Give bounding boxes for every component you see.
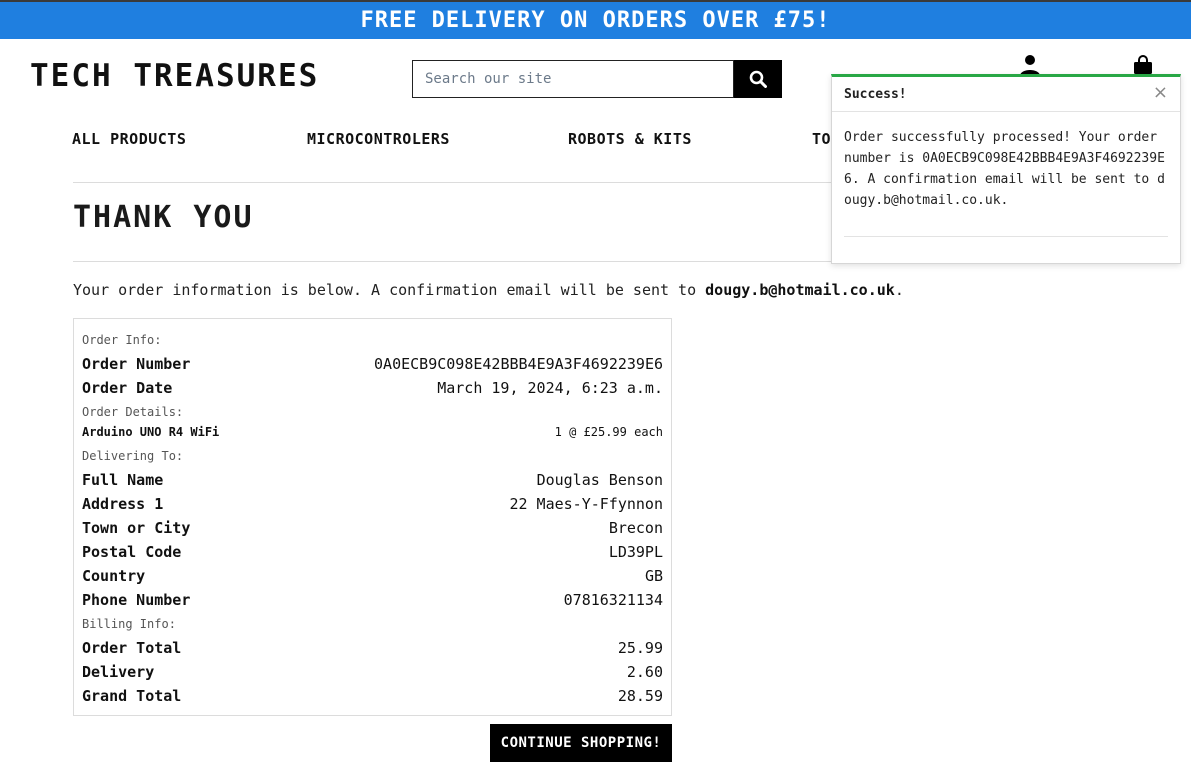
delivery-row: Address 1 22 Maes-Y-Ffynnon <box>82 495 663 513</box>
nav-item-robots-kits[interactable]: ROBOTS & KITS <box>568 130 692 148</box>
row-key: Grand Total <box>82 687 182 705</box>
delivery-row: Town or City Brecon <box>82 519 663 537</box>
divider <box>73 182 833 183</box>
site-logo[interactable]: TECH TREASURES <box>30 58 319 94</box>
order-item-row: Arduino UNO R4 WiFi 1 @ £25.99 each <box>82 425 663 439</box>
delivering-to-label: Delivering To: <box>82 449 184 463</box>
intro-text: Your order information is below. A confi… <box>73 281 904 299</box>
billing-info-label: Billing Info: <box>82 617 176 631</box>
row-value: March 19, 2024, 6:23 a.m. <box>437 379 663 397</box>
row-key: Order Number <box>82 355 191 373</box>
row-value: 28.59 <box>617 687 663 705</box>
divider <box>73 261 833 262</box>
shopping-bag-icon <box>1134 55 1152 74</box>
row-value: 0A0ECB9C098E42BBB4E9A3F4692239E6 <box>374 355 663 373</box>
item-qty-price: 1 @ £25.99 each <box>554 425 663 439</box>
toast-title: Success! <box>844 87 907 102</box>
item-name: Arduino UNO R4 WiFi <box>82 425 220 439</box>
row-key: Order Total <box>82 639 182 657</box>
toast-header: Success! × <box>832 77 1180 112</box>
row-value: Douglas Benson <box>536 471 663 489</box>
billing-row: Grand Total 28.59 <box>82 687 663 705</box>
promo-banner-text: FREE DELIVERY ON ORDERS OVER £75! <box>360 8 831 33</box>
toast-message: Order successfully processed! Your order… <box>844 130 1165 208</box>
order-info-label: Order Info: <box>82 333 162 347</box>
customer-email: dougy.b@hotmail.co.uk <box>705 281 895 299</box>
order-summary-card: Order Info: Order Number 0A0ECB9C098E42B… <box>73 318 672 716</box>
row-key: Full Name <box>82 471 164 489</box>
delivery-row: Country GB <box>82 567 663 585</box>
search-icon <box>749 70 767 88</box>
nav-item-microcontrollers[interactable]: MICROCONTROLERS <box>307 130 450 148</box>
row-value: LD39PL <box>608 543 663 561</box>
order-number-row: Order Number 0A0ECB9C098E42BBB4E9A3F4692… <box>82 355 663 373</box>
row-key: Town or City <box>82 519 191 537</box>
delivery-row: Postal Code LD39PL <box>82 543 663 561</box>
continue-shopping-button[interactable]: CONTINUE SHOPPING! <box>490 724 672 762</box>
row-key: Country <box>82 567 146 585</box>
toast-divider <box>844 236 1168 237</box>
intro-prefix: Your order information is below. A confi… <box>73 281 706 299</box>
row-key: Order Date <box>82 379 173 397</box>
row-value: Brecon <box>608 519 663 537</box>
row-value: 25.99 <box>617 639 663 657</box>
intro-suffix: . <box>894 281 904 299</box>
success-toast: Success! × Order successfully processed!… <box>831 74 1181 264</box>
billing-row: Delivery 2.60 <box>82 663 663 681</box>
page-title: THANK YOU <box>73 200 254 235</box>
row-key: Postal Code <box>82 543 182 561</box>
search-button[interactable] <box>734 60 782 98</box>
nav-item-all-products[interactable]: ALL PRODUCTS <box>72 130 186 148</box>
user-icon <box>1020 55 1040 76</box>
row-value: 22 Maes-Y-Ffynnon <box>509 495 663 513</box>
order-date-row: Order Date March 19, 2024, 6:23 a.m. <box>82 379 663 397</box>
delivery-row: Full Name Douglas Benson <box>82 471 663 489</box>
close-icon[interactable]: × <box>1153 82 1168 103</box>
row-value: GB <box>644 567 663 585</box>
row-key: Delivery <box>82 663 155 681</box>
billing-row: Order Total 25.99 <box>82 639 663 657</box>
row-value: 2.60 <box>626 663 663 681</box>
row-value: 07816321134 <box>563 591 663 609</box>
search-input[interactable] <box>412 60 734 98</box>
promo-banner: FREE DELIVERY ON ORDERS OVER £75! <box>0 0 1191 39</box>
order-details-label: Order Details: <box>82 405 184 419</box>
delivery-row: Phone Number 07816321134 <box>82 591 663 609</box>
row-key: Address 1 <box>82 495 164 513</box>
nav-item-partial[interactable]: TO <box>812 130 831 148</box>
search-form <box>412 60 782 98</box>
row-key: Phone Number <box>82 591 191 609</box>
